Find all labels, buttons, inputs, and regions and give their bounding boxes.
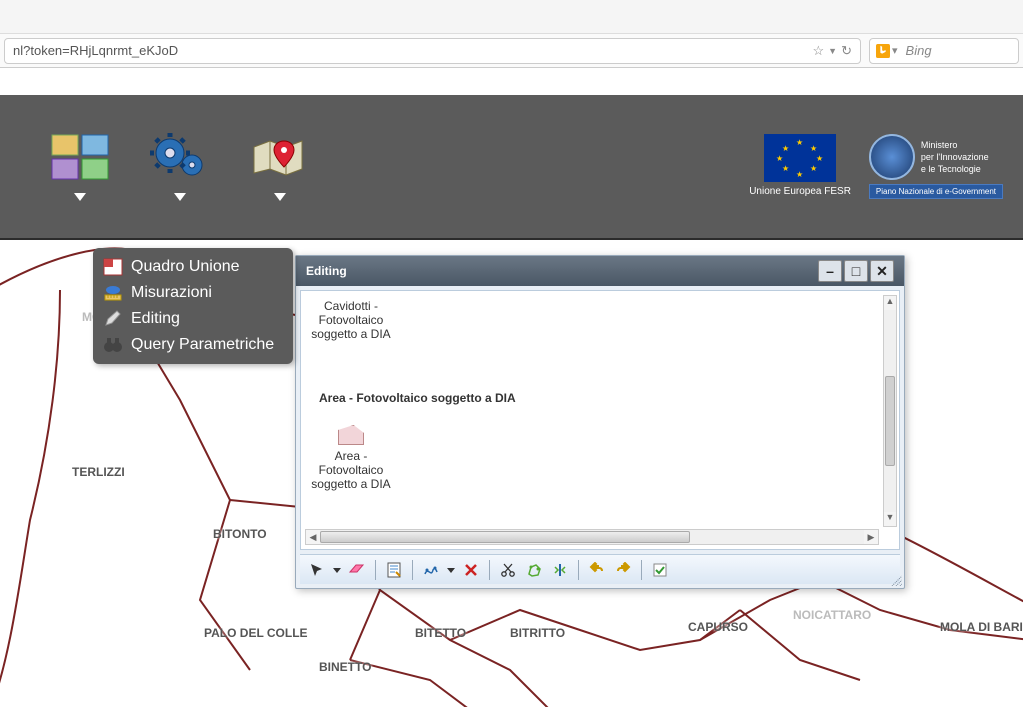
scroll-up-icon[interactable]: ▲ [884, 296, 896, 310]
scroll-right-icon[interactable]: ▶ [864, 530, 878, 544]
dropdown-caret-icon[interactable]: ▼ [828, 46, 837, 56]
ministry-line2: per l'Innovazione [921, 151, 989, 163]
ministry-badge: Piano Nazionale di e-Government [869, 184, 1003, 199]
eraser-tool-button[interactable] [346, 559, 368, 581]
scroll-thumb[interactable] [885, 376, 895, 466]
panel-titlebar[interactable]: Editing – □ ✕ [296, 256, 904, 286]
browser-search-box[interactable]: ▾ Bing [869, 38, 1019, 64]
address-bar[interactable]: nl?token=RHjLqnrmt_eKJoD ☆ ▼ ↻ [4, 38, 861, 64]
save-check-button[interactable] [649, 559, 671, 581]
city-binetto: BINETTO [319, 660, 371, 674]
bing-icon [876, 44, 890, 58]
reload-icon[interactable]: ↻ [841, 43, 852, 59]
ruler-icon [103, 284, 123, 302]
delete-button[interactable] [460, 559, 482, 581]
app-toolbar: ★★★ ★★ ★★★ Unione Europea FESR Ministero… [0, 95, 1023, 240]
resize-grip-icon[interactable] [890, 574, 902, 586]
url-text: nl?token=RHjLqnrmt_eKJoD [13, 43, 178, 58]
select-tool-button[interactable] [306, 559, 328, 581]
city-palo: PALO DEL COLLE [204, 626, 308, 640]
pencil-icon [103, 310, 123, 328]
polygon-swatch-icon [338, 425, 364, 445]
eu-label: Unione Europea FESR [749, 186, 851, 197]
city-capurso: CAPURSO [688, 620, 748, 634]
chevron-down-icon [274, 193, 286, 201]
search-placeholder: Bing [906, 43, 932, 58]
city-bitritto: BITRITTO [510, 626, 565, 640]
sketch-tool-button[interactable] [420, 559, 442, 581]
city-bitonto: BITONTO [213, 527, 267, 541]
browser-tab-bar [0, 0, 1023, 34]
layer-label: Area - Fotovoltaico soggetto a DIA [311, 449, 390, 491]
chevron-down-icon [74, 193, 86, 201]
reshape-button[interactable] [523, 559, 545, 581]
menu-label: Misurazioni [131, 284, 212, 302]
layer-label: Cavidotti - Fotovoltaico soggetto a DIA [311, 299, 390, 341]
toolbar-map-button[interactable] [250, 133, 310, 201]
grid-icon [103, 258, 123, 276]
menu-quadro-unione[interactable]: Quadro Unione [97, 254, 289, 280]
eu-logo: ★★★ ★★ ★★★ Unione Europea FESR [749, 134, 851, 197]
menu-label: Editing [131, 310, 180, 328]
chevron-down-icon [174, 193, 186, 201]
scroll-down-icon[interactable]: ▼ [884, 512, 896, 526]
layer-header-area[interactable]: Area - Fotovoltaico soggetto a DIA [319, 391, 549, 405]
panel-maximize-button[interactable]: □ [844, 260, 868, 282]
cut-button[interactable] [497, 559, 519, 581]
panel-title-text: Editing [306, 264, 347, 278]
city-noicattaro: NOICATTARO [793, 608, 871, 622]
gears-icon [150, 133, 210, 181]
layer-item-area[interactable]: Area - Fotovoltaico soggetto a DIA [311, 425, 391, 491]
binoculars-icon [103, 336, 123, 354]
select-dropdown-button[interactable] [332, 559, 342, 581]
panel-toolbar [300, 554, 900, 584]
menu-label: Quadro Unione [131, 258, 240, 276]
sketch-dropdown-button[interactable] [446, 559, 456, 581]
panel-minimize-button[interactable]: – [818, 260, 842, 282]
panel-close-button[interactable]: ✕ [870, 260, 894, 282]
layers-grid-icon [50, 133, 110, 181]
scroll-thumb[interactable] [320, 531, 690, 543]
toolbar-layers-button[interactable] [50, 133, 110, 201]
map-pin-icon [250, 133, 310, 181]
menu-label: Query Parametriche [131, 336, 274, 354]
toolbar-tools-button[interactable] [150, 133, 210, 201]
editing-panel: Editing – □ ✕ Cavidotti - Fotovoltaico s… [295, 255, 905, 589]
tools-dropdown: Quadro Unione Misurazioni Editing Query … [93, 248, 293, 364]
ministry-logo: Ministero per l'Innovazione e le Tecnolo… [869, 134, 1003, 199]
split-button[interactable] [549, 559, 571, 581]
attributes-button[interactable] [383, 559, 405, 581]
menu-editing[interactable]: Editing [97, 306, 289, 332]
redo-button[interactable] [612, 559, 634, 581]
panel-vertical-scrollbar[interactable]: ▲ ▼ [883, 295, 897, 527]
layer-label: Area - Fotovoltaico soggetto a DIA [319, 391, 516, 405]
panel-horizontal-scrollbar[interactable]: ◀ ▶ [305, 529, 879, 545]
undo-button[interactable] [586, 559, 608, 581]
menu-query-parametriche[interactable]: Query Parametriche [97, 332, 289, 358]
city-terlizzi: TERLIZZI [72, 465, 125, 479]
city-bitetto: BITETTO [415, 626, 466, 640]
scroll-left-icon[interactable]: ◀ [306, 530, 320, 544]
city-mola: MOLA DI BARI [940, 620, 1023, 634]
ministry-line1: Ministero [921, 139, 989, 151]
layer-item-cavidotti[interactable]: Cavidotti - Fotovoltaico soggetto a DIA [311, 299, 391, 341]
panel-body: Cavidotti - Fotovoltaico soggetto a DIA … [300, 290, 900, 550]
menu-misurazioni[interactable]: Misurazioni [97, 280, 289, 306]
bookmark-star-icon[interactable]: ☆ [813, 43, 825, 59]
ministry-line3: e le Tecnologie [921, 163, 989, 175]
address-bar-row: nl?token=RHjLqnrmt_eKJoD ☆ ▼ ↻ ▾ Bing [0, 34, 1023, 68]
